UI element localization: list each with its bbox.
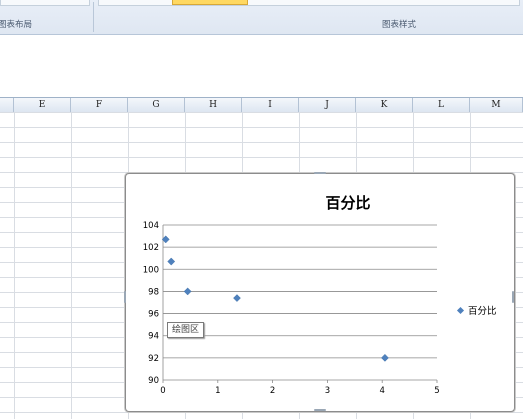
chart-legend[interactable]: 百分比 (456, 303, 497, 317)
column-header-partial[interactable] (0, 98, 14, 112)
y-tick-label: 92 (148, 354, 159, 364)
x-tick-label: 2 (270, 386, 275, 396)
ribbon: 图表布局 图表样式 (0, 0, 523, 35)
blank-area (0, 35, 523, 97)
column-header-g[interactable]: G (128, 98, 185, 112)
legend-marker-icon (456, 306, 465, 314)
ribbon-group-chart-layout: 图表布局 (0, 20, 33, 30)
x-tick-label: 1 (215, 386, 220, 396)
data-point[interactable] (183, 287, 192, 296)
y-tick-label: 94 (148, 332, 159, 342)
column-header-h[interactable]: H (185, 98, 242, 112)
x-tick-label: 4 (379, 386, 384, 396)
plot-area-tooltip: 绘图区 (167, 322, 205, 338)
ribbon-gallery-box[interactable] (98, 0, 520, 6)
ribbon-separator (93, 2, 94, 32)
data-point[interactable] (167, 257, 176, 266)
x-tick-label: 0 (160, 386, 165, 396)
ribbon-group-chart-styles: 图表样式 (382, 20, 417, 30)
column-header-j[interactable]: J (299, 98, 356, 112)
ribbon-control-box[interactable] (0, 0, 90, 6)
y-tick-label: 90 (148, 376, 159, 386)
y-tick-label: 104 (143, 221, 159, 231)
column-header-e[interactable]: E (14, 98, 71, 112)
plot-area[interactable]: 90 92 94 96 98 100 102 104 0 1 2 3 4 5 (126, 174, 514, 411)
y-tick-label: 96 (148, 310, 159, 320)
x-tick-label: 5 (434, 386, 439, 396)
y-tick-label: 102 (143, 243, 159, 253)
data-point[interactable] (233, 294, 241, 302)
column-header-m[interactable]: M (470, 98, 523, 112)
grid-line (71, 112, 72, 419)
data-point[interactable] (381, 353, 389, 362)
embedded-chart[interactable]: 百分比 90 92 94 96 98 100 102 104 0 1 2 3 4 5 绘图区 百分比 (124, 172, 515, 412)
column-header-f[interactable]: F (71, 98, 128, 112)
legend-label: 百分比 (468, 306, 497, 317)
x-tick-label: 3 (325, 386, 330, 396)
column-header-row: E F G H I J K L M (0, 97, 523, 113)
grid-line (14, 112, 15, 419)
chart-style-swatch[interactable] (172, 0, 248, 5)
y-tick-label: 100 (143, 265, 159, 275)
y-tick-label: 98 (148, 287, 159, 297)
column-header-k[interactable]: K (356, 98, 413, 112)
column-header-i[interactable]: I (242, 98, 299, 112)
column-header-l[interactable]: L (413, 98, 470, 112)
